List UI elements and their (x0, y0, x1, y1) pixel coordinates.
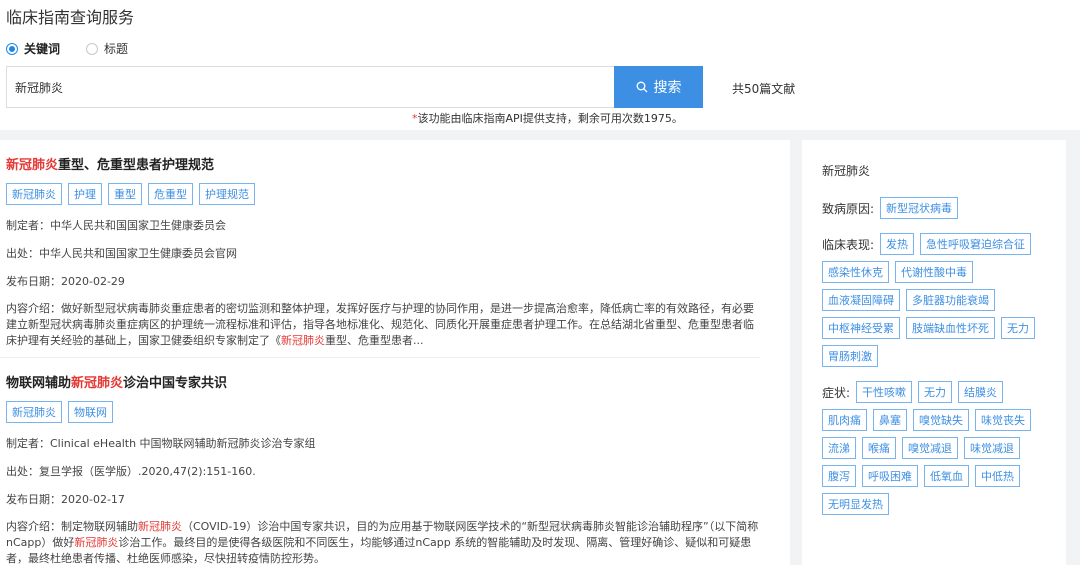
clinical-tag[interactable]: 血液凝固障碍 (822, 289, 900, 311)
symptom-tag[interactable]: 味觉减退 (964, 437, 1020, 459)
clinical-tag[interactable]: 感染性休克 (822, 261, 889, 283)
tag[interactable]: 新冠肺炎 (6, 183, 62, 205)
radio-keyword[interactable]: 关键词 (6, 40, 60, 57)
clinical-tag[interactable]: 发热 (880, 233, 915, 255)
symptom-tag[interactable]: 中低热 (975, 465, 1020, 487)
title-text: 重型、危重型患者护理规范 (58, 158, 215, 173)
page-title: 临床指南查询服务 (6, 8, 135, 27)
result-description: 内容介绍：制定物联网辅助新冠肺炎（COVID-19）诊治中国专家共识，目的为应用… (6, 519, 760, 565)
result-date: 发布日期：2020-02-29 (6, 275, 125, 288)
symptom-tag[interactable]: 味觉丧失 (975, 409, 1031, 431)
desc-highlight: 新冠肺炎 (74, 536, 119, 549)
result-source: 出处：复旦学报（医学版）.2020,47(2):151-160. (6, 465, 256, 478)
clinical-tag[interactable]: 无力 (1001, 317, 1035, 339)
search-icon (636, 81, 647, 93)
knowledge-title: 新冠肺炎 (822, 164, 871, 178)
result-author: 制定者：中华人民共和国国家卫生健康委员会 (6, 219, 226, 232)
result-item: 物联网辅助新冠肺炎诊治中国专家共识 新冠肺炎 物联网 制定者：Clinical … (0, 357, 760, 565)
symptom-tag[interactable]: 无明显发热 (822, 493, 889, 515)
clinical-group: 临床表现: 发热 急性呼吸窘迫综合征 感染性休克 代谢性酸中毒 血液凝固障碍 多… (822, 233, 1046, 367)
clinical-label: 临床表现: (822, 237, 875, 252)
symptom-tag[interactable]: 鼻塞 (873, 409, 907, 431)
result-tags: 新冠肺炎 物联网 (6, 401, 760, 423)
title-highlight: 新冠肺炎 (6, 158, 59, 173)
result-title[interactable]: 新冠肺炎重型、危重型患者护理规范 (6, 154, 760, 173)
knowledge-panel: 新冠肺炎 致病原因: 新型冠状病毒 临床表现: 发热 急性呼吸窘迫综合征 感染性… (802, 140, 1066, 565)
tag[interactable]: 护理规范 (199, 183, 255, 205)
symptom-tag[interactable]: 流涕 (822, 437, 856, 459)
title-highlight: 新冠肺炎 (71, 376, 124, 391)
search-mode-group: 关键词 标题 (6, 40, 154, 57)
symptom-label: 症状: (822, 385, 851, 400)
radio-title[interactable]: 标题 (86, 40, 128, 57)
result-author: 制定者：Clinical eHealth 中国物联网辅助新冠肺炎诊治专家组 (6, 437, 316, 450)
result-tags: 新冠肺炎 护理 重型 危重型 护理规范 (6, 183, 760, 205)
radio-checked-icon (6, 42, 18, 55)
symptom-tag[interactable]: 结膜炎 (958, 381, 1004, 403)
cause-tag[interactable]: 新型冠状病毒 (880, 197, 959, 219)
symptom-group: 症状: 干性咳嗽 无力 结膜炎 肌肉痛 鼻塞 嗅觉缺失 味觉丧失 流涕 喉痛 嗅… (822, 381, 1046, 515)
tag[interactable]: 物联网 (68, 401, 113, 423)
radio-label: 标题 (104, 42, 129, 56)
tag[interactable]: 新冠肺炎 (6, 401, 62, 423)
tag[interactable]: 重型 (108, 183, 142, 205)
clinical-tag[interactable]: 肢端缺血性坏死 (906, 317, 995, 339)
symptom-tag[interactable]: 呼吸困难 (862, 465, 918, 487)
search-input[interactable] (6, 66, 614, 108)
symptom-tag[interactable]: 干性咳嗽 (856, 381, 913, 403)
search-button-label: 搜索 (653, 80, 682, 96)
clinical-tag[interactable]: 胃肠刺激 (822, 345, 878, 367)
api-note: *该功能由临床指南API提供支持，剩余可用次数1975。 (412, 110, 683, 126)
clinical-tag[interactable]: 急性呼吸窘迫综合征 (920, 233, 1032, 255)
symptom-tag[interactable]: 无力 (918, 381, 953, 403)
search-header: 临床指南查询服务 关键词 标题 搜索 共50篇文献 *该功能由临床指南API提供… (0, 0, 1080, 130)
symptom-tag[interactable]: 肌肉痛 (822, 409, 867, 431)
result-item: 新冠肺炎重型、危重型患者护理规范 新冠肺炎 护理 重型 危重型 护理规范 制定者… (0, 140, 790, 357)
title-text: 物联网辅助 (6, 376, 72, 391)
symptom-tag[interactable]: 嗅觉减退 (902, 437, 958, 459)
desc-text: 重型、危重型患者... (325, 334, 424, 347)
result-count: 共50篇文献 (732, 82, 796, 96)
symptom-tag[interactable]: 喉痛 (862, 437, 896, 459)
symptom-tag[interactable]: 低氧血 (924, 465, 969, 487)
clinical-tag[interactable]: 多脏器功能衰竭 (906, 289, 995, 311)
cause-label: 致病原因: (822, 201, 875, 216)
radio-unchecked-icon (86, 42, 99, 55)
cause-group: 致病原因: 新型冠状病毒 (822, 197, 1046, 219)
result-description: 内容介绍：做好新型冠状病毒肺炎重症患者的密切监测和整体护理，发挥好医疗与护理的协… (6, 301, 760, 349)
clinical-tag[interactable]: 中枢神经受累 (822, 317, 900, 339)
desc-text: 内容介绍：制定物联网辅助 (6, 520, 138, 533)
desc-highlight: 新冠肺炎 (138, 520, 182, 533)
desc-highlight: 新冠肺炎 (281, 334, 325, 347)
tag[interactable]: 护理 (68, 183, 102, 205)
radio-label: 关键词 (24, 42, 61, 56)
clinical-tag[interactable]: 代谢性酸中毒 (895, 261, 973, 283)
title-text: 诊治中国专家共识 (123, 376, 228, 391)
results-list: 新冠肺炎重型、危重型患者护理规范 新冠肺炎 护理 重型 危重型 护理规范 制定者… (0, 140, 790, 565)
search-button[interactable]: 搜索 (614, 66, 703, 108)
desc-text: 诊治工作。最终目的是使得各级医院和不同医生，均能够通过nCapp 系统的智能辅助… (6, 536, 752, 565)
tag[interactable]: 危重型 (148, 183, 193, 205)
api-note-text: 该功能由临床指南API提供支持，剩余可用次数1975。 (417, 112, 683, 125)
result-date: 发布日期：2020-02-17 (6, 493, 125, 506)
symptom-tag[interactable]: 嗅觉缺失 (913, 409, 969, 431)
result-title[interactable]: 物联网辅助新冠肺炎诊治中国专家共识 (6, 372, 760, 391)
symptom-tag[interactable]: 腹泻 (822, 465, 856, 487)
result-source: 出处：中华人民共和国国家卫生健康委员会官网 (6, 247, 237, 260)
